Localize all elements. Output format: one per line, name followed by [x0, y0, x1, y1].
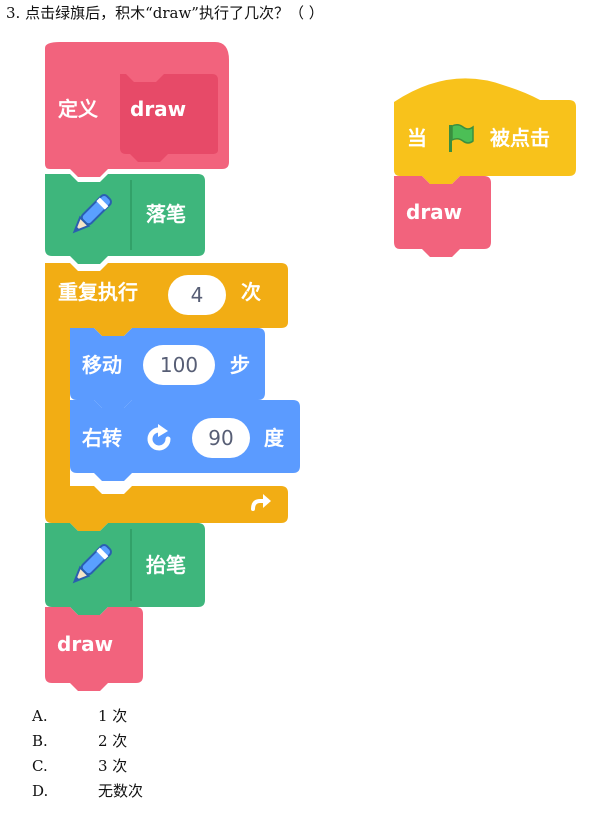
turn-degrees-input[interactable]: 90: [192, 418, 250, 458]
move-steps-input[interactable]: 100: [143, 345, 215, 385]
option-letter: B.: [32, 732, 48, 750]
clicked-label: 被点击: [490, 126, 550, 150]
turn-unit: 度: [264, 426, 284, 450]
repeat-unit: 次: [241, 280, 261, 304]
option-a[interactable]: A. 1 次: [32, 704, 143, 729]
pen-icon: [72, 544, 112, 584]
scratch-code-area: 定义 draw 落笔 重复执行 4 次 移动 100 步 右转 90 度 抬笔 …: [0, 30, 595, 700]
option-b[interactable]: B. 2 次: [32, 729, 143, 754]
option-c[interactable]: C. 3 次: [32, 754, 143, 779]
pen-icon: [72, 194, 112, 234]
draw-call-label: draw: [57, 632, 114, 656]
question-text: 3. 点击绿旗后，积木“draw”执行了几次？（ ）: [6, 4, 324, 22]
pen-down-label: 落笔: [146, 202, 186, 226]
option-text: 1 次: [98, 707, 128, 725]
option-text: 3 次: [98, 757, 128, 775]
answer-options: A. 1 次 B. 2 次 C. 3 次 D. 无数次: [32, 704, 143, 804]
move-label: 移动: [82, 353, 122, 377]
green-flag-icon: [449, 123, 474, 152]
repeat-label: 重复执行: [58, 280, 138, 304]
move-unit: 步: [230, 353, 250, 377]
option-text: 无数次: [98, 782, 144, 800]
option-letter: D.: [32, 782, 49, 800]
loop-arrow-icon: [251, 494, 271, 511]
define-label: 定义: [58, 97, 98, 121]
pen-up-label: 抬笔: [146, 553, 186, 577]
when-label: 当: [407, 126, 427, 150]
define-name: draw: [130, 97, 187, 121]
repeat-count-input[interactable]: 4: [168, 275, 226, 315]
turn-label: 右转: [82, 426, 122, 450]
option-text: 2 次: [98, 732, 128, 750]
rotate-right-icon: [147, 424, 171, 451]
flag-draw-call-label: draw: [406, 200, 463, 224]
option-letter: C.: [32, 757, 48, 775]
option-letter: A.: [32, 707, 48, 725]
option-d[interactable]: D. 无数次: [32, 779, 143, 804]
